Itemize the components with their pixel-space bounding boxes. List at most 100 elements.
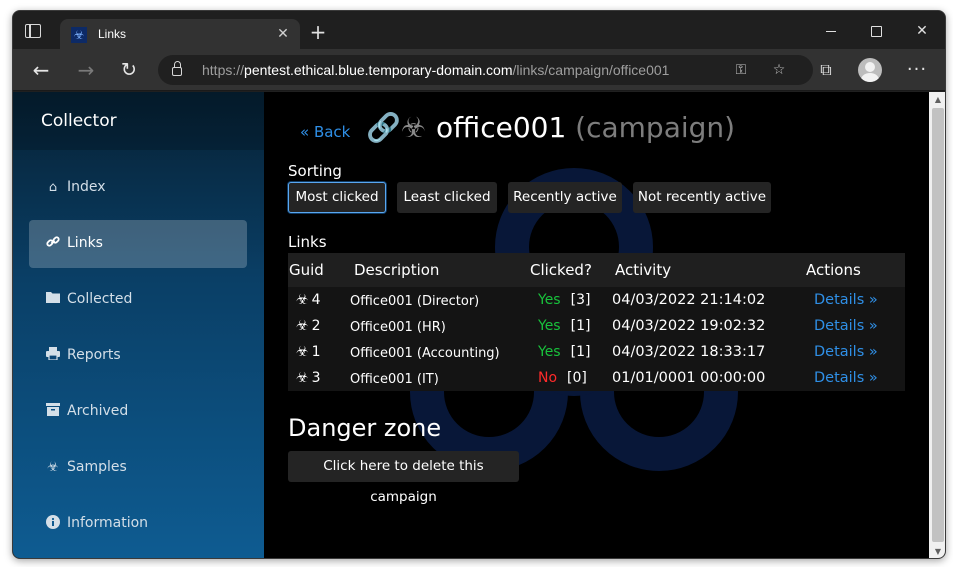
scroll-thumb[interactable] [932, 108, 944, 542]
tab-close-icon[interactable]: ✕ [274, 25, 292, 43]
main-content: « Back 🔗☣ office001 (campaign) Sorting M… [264, 92, 929, 558]
details-link[interactable]: Details » [814, 292, 878, 308]
maximize-button[interactable] [864, 21, 888, 41]
biohazard-icon: ☣ [296, 318, 309, 334]
sidebar-item-samples[interactable]: ☣ Samples [29, 444, 247, 492]
column-header-clicked: Clicked? [530, 261, 592, 279]
clicked-status: Yes [538, 344, 561, 360]
danger-zone-heading: Danger zone [288, 414, 442, 442]
details-link[interactable]: Details » [814, 370, 878, 386]
url-path: /links/campaign/office001 [512, 62, 670, 78]
sidebar: Collector ⌂ Index Links Collected Report… [13, 92, 264, 558]
vertical-scrollbar[interactable]: ▲ ▼ [929, 92, 945, 558]
tab-actions-icon[interactable] [25, 24, 41, 38]
guid-value: 2 [311, 318, 321, 334]
sidebar-item-label: Samples [67, 459, 127, 475]
sidebar-item-reports[interactable]: Reports [29, 332, 247, 380]
new-tab-button[interactable]: + [309, 22, 327, 42]
activity-cell: 04/03/2022 21:14:02 [612, 292, 766, 308]
table-row: ☣ 3 Office001 (IT) No [0] 01/01/0001 00:00… [288, 366, 905, 392]
scroll-up-arrow-icon[interactable]: ▲ [933, 95, 943, 105]
archive-icon [44, 403, 62, 421]
biohazard-icon: ☣ [296, 292, 309, 308]
links-table: Guid Description Clicked? Activity Actio… [288, 253, 905, 391]
browser-window: ☣ Links ✕ + ✕ ← → ↻ https://pentest.ethi… [12, 10, 946, 559]
clicked-cell: Yes [1] [538, 344, 590, 360]
sidebar-item-collected[interactable]: Collected [29, 276, 247, 324]
sort-recently-active-button[interactable]: Recently active [508, 182, 622, 213]
sorting-label: Sorting [288, 162, 342, 180]
guid-value: 3 [311, 370, 321, 386]
column-header-activity: Activity [615, 261, 672, 279]
details-link[interactable]: Details » [814, 344, 878, 360]
collections-icon[interactable]: ⧉ [813, 57, 839, 83]
guid-cell: ☣ 2 [296, 318, 320, 334]
sidebar-item-label: Archived [67, 403, 129, 419]
reload-icon[interactable]: ↻ [116, 57, 142, 83]
lock-icon[interactable] [172, 61, 182, 76]
campaign-name: office001 [436, 111, 567, 144]
column-header-description: Description [354, 261, 440, 279]
print-icon [44, 347, 62, 365]
table-row: ☣ 1 Office001 (Accounting) Yes [1] 04/03/2… [288, 340, 905, 366]
clicked-status: Yes [538, 292, 561, 308]
profile-avatar-icon[interactable] [858, 58, 882, 82]
page-viewport: Collector ⌂ Index Links Collected Report… [13, 92, 929, 558]
biohazard-icon: ☣ [296, 344, 309, 360]
click-count: [1] [570, 318, 591, 334]
favicon-icon: ☣ [71, 27, 87, 43]
more-menu-icon[interactable]: ··· [904, 57, 930, 83]
sort-not-recently-active-button[interactable]: Not recently active [633, 182, 771, 213]
guid-value: 4 [311, 292, 321, 308]
biohazard-icon: ☣ [296, 370, 309, 386]
links-label: Links [288, 233, 327, 251]
description-cell: Office001 (HR) [350, 320, 446, 335]
sidebar-item-label: Information [67, 515, 149, 531]
description-cell: Office001 (Director) [350, 294, 480, 309]
home-icon: ⌂ [48, 180, 58, 195]
table-header: Guid Description Clicked? Activity Actio… [288, 253, 905, 287]
clicked-status: No [538, 370, 558, 386]
guid-cell: ☣ 1 [296, 344, 320, 360]
brand-title[interactable]: Collector [41, 111, 117, 131]
activity-cell: 04/03/2022 18:33:17 [612, 344, 766, 360]
clicked-status: Yes [538, 318, 561, 334]
scroll-down-arrow-icon[interactable]: ▼ [933, 547, 943, 557]
tab-title: Links [98, 27, 127, 41]
clicked-cell: No [0] [538, 370, 587, 386]
clicked-cell: Yes [1] [538, 318, 590, 334]
sidebar-item-links[interactable]: Links [29, 220, 247, 268]
sidebar-item-label: Index [67, 179, 106, 195]
minimize-button[interactable] [819, 21, 843, 41]
tab-strip: ☣ Links ✕ + ✕ [13, 11, 945, 50]
campaign-title-icons: 🔗☣ [366, 111, 426, 144]
key-icon[interactable]: ⚿ [730, 59, 752, 81]
sidebar-item-information[interactable]: Information [29, 500, 247, 548]
delete-campaign-button[interactable]: Click here to delete this campaign [288, 451, 519, 505]
sidebar-item-index[interactable]: ⌂ Index [29, 164, 247, 212]
description-cell: Office001 (Accounting) [350, 346, 500, 361]
window-close-button[interactable]: ✕ [910, 21, 934, 41]
address-bar[interactable]: https://pentest.ethical.blue.temporary-d… [158, 55, 813, 85]
table-row: ☣ 2 Office001 (HR) Yes [1] 04/03/2022 19:0… [288, 314, 905, 340]
sidebar-item-label: Links [67, 235, 103, 251]
sort-most-clicked-button[interactable]: Most clicked [288, 182, 386, 213]
details-link[interactable]: Details » [814, 318, 878, 334]
activity-cell: 01/01/0001 00:00:00 [612, 370, 766, 386]
url-text[interactable]: https://pentest.ethical.blue.temporary-d… [202, 62, 669, 78]
back-arrow-icon[interactable]: ← [28, 57, 54, 83]
sidebar-item-archived[interactable]: Archived [29, 388, 247, 436]
guid-cell: ☣ 3 [296, 370, 320, 386]
page-title: office001 (campaign) [436, 111, 735, 144]
column-header-guid: Guid [289, 261, 324, 279]
forward-arrow-icon[interactable]: → [73, 57, 99, 83]
activity-cell: 04/03/2022 19:02:32 [612, 318, 766, 334]
tab-links[interactable]: ☣ Links ✕ [60, 19, 300, 50]
sort-least-clicked-button[interactable]: Least clicked [397, 182, 497, 213]
back-link[interactable]: « Back [300, 123, 350, 141]
brand-header: Collector [13, 92, 264, 150]
favorite-star-icon[interactable]: ☆ [768, 59, 790, 81]
folder-icon [44, 291, 62, 309]
url-host: pentest.ethical.blue.temporary-domain.co… [244, 62, 513, 78]
sidebar-item-label: Reports [67, 347, 121, 363]
